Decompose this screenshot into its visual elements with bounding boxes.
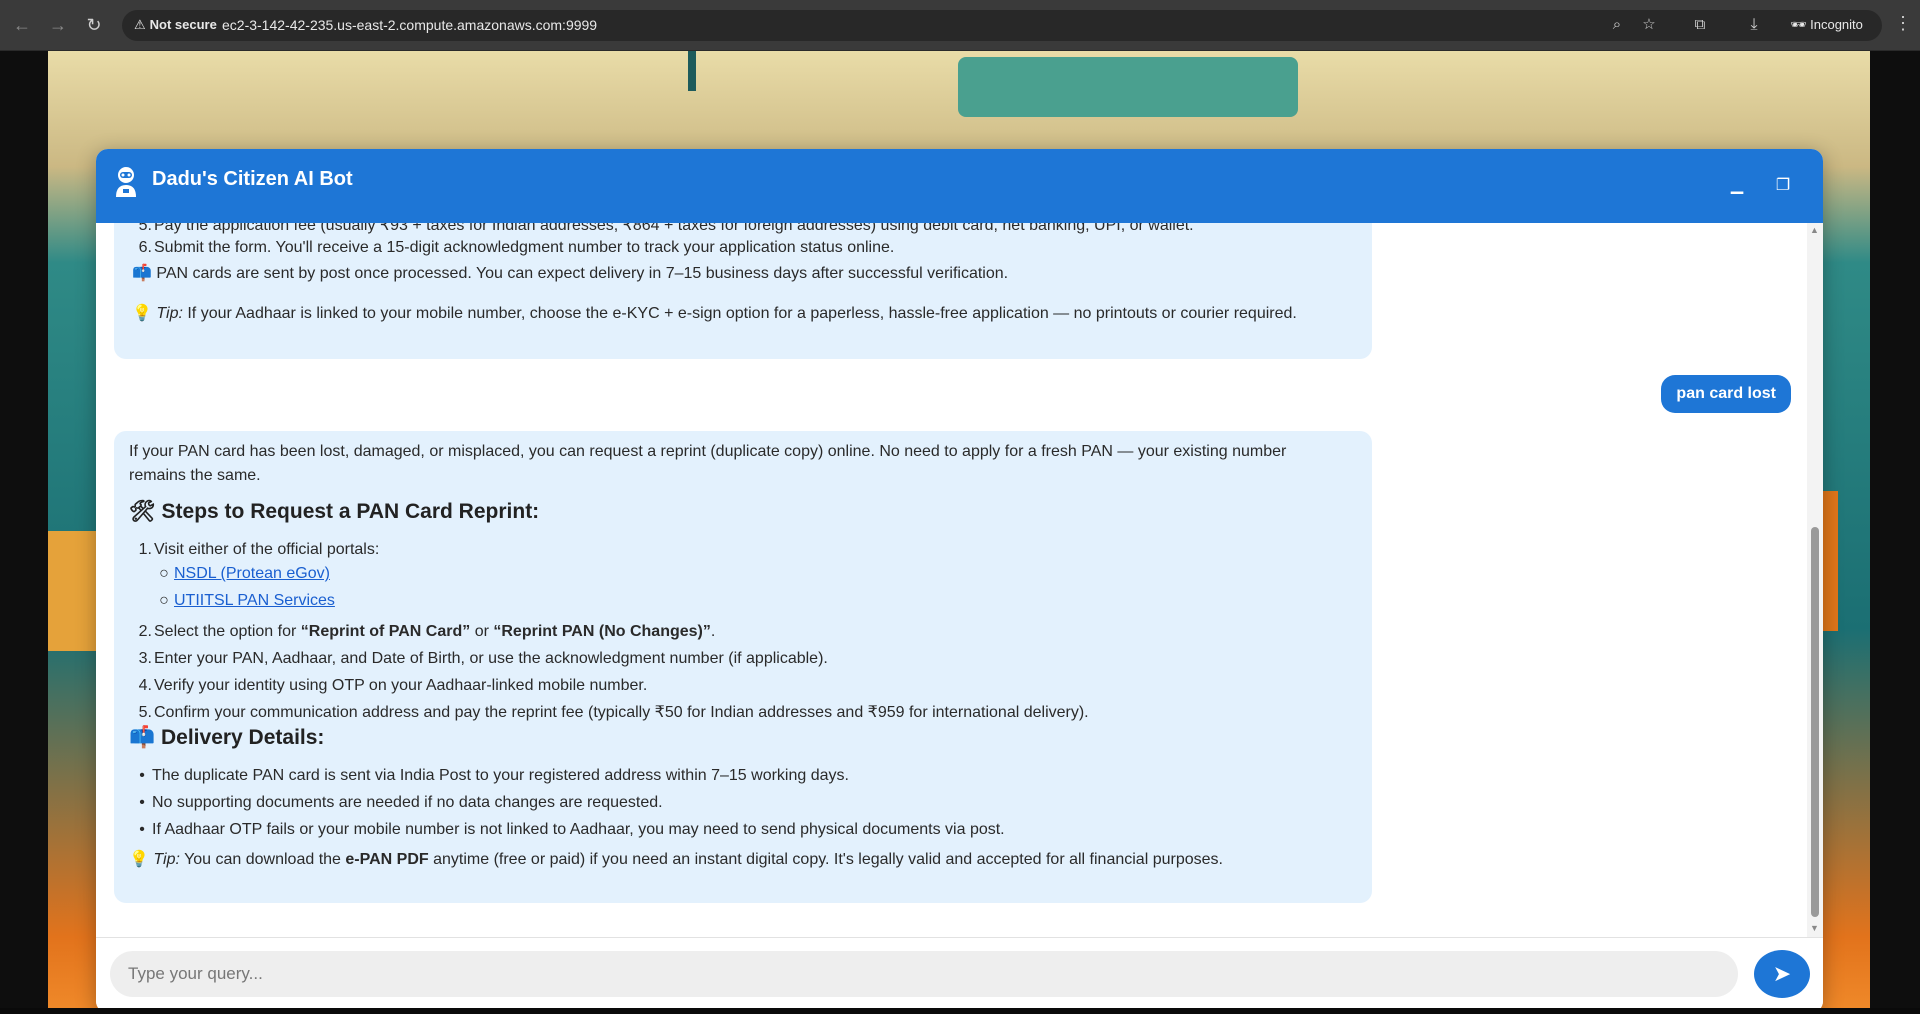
not-secure-indicator[interactable]: ⚠ Not secure	[134, 17, 217, 33]
portal-link-nsdl[interactable]: NSDL (Protean eGov)	[174, 565, 330, 582]
bot-message: 5. Pay the application fee (usually ₹93 +…	[114, 223, 1372, 359]
download-icon[interactable]: ⤓	[1742, 13, 1766, 37]
mailbox-icon: 📫	[129, 726, 156, 749]
chat-header: Dadu's Citizen AI Bot ▁ ❐	[96, 149, 1823, 223]
os-taskbar	[0, 1008, 1920, 1014]
url-text[interactable]: ec2-3-142-42-235.us-east-2.compute.amazo…	[222, 17, 597, 33]
lightbulb-icon: 💡	[129, 851, 149, 868]
restore-window-icon[interactable]: ❐	[1772, 175, 1794, 197]
delivery-item: • If Aadhaar OTP fails or your mobile num…	[139, 821, 1005, 838]
address-bar[interactable]: ⚠ Not secure ec2-3-142-42-235.us-east-2.c…	[122, 10, 1882, 41]
query-input[interactable]	[110, 951, 1738, 997]
scroll-down-icon[interactable]: ▼	[1810, 923, 1819, 933]
delivery-item: • No supporting documents are needed if n…	[139, 794, 663, 811]
tip-line: 💡 Tip: If your Aadhaar is linked to your…	[132, 305, 1297, 322]
chat-scrollbar[interactable]: ▲ ▼	[1807, 223, 1823, 937]
delivery-note: 📫 PAN cards are sent by post once proces…	[132, 265, 1009, 282]
scrollbar-thumb[interactable]	[1811, 527, 1819, 917]
reply-intro: remains the same.	[129, 467, 261, 484]
paper-plane-icon: ➤	[1772, 961, 1792, 986]
zoom-icon[interactable]: ⌕	[1606, 14, 1628, 36]
tip-line: 💡 Tip: You can download the e-PAN PDF an…	[129, 851, 1223, 868]
user-message: pan card lost	[1661, 375, 1791, 413]
warning-icon: ⚠	[134, 17, 146, 32]
step-item: 5. Confirm your communication address and…	[138, 704, 1089, 721]
step-item: 4. Verify your identity using OTP on your…	[138, 677, 648, 694]
delivery-item: • The duplicate PAN card is sent via Indi…	[139, 767, 849, 784]
incognito-badge[interactable]: 🕶 Incognito	[1780, 11, 1873, 39]
step-item: 3. Enter your PAN, Aadhaar, and Date of B…	[138, 650, 828, 667]
page-viewport: Dadu's Citizen AI Bot ▁ ❐ 5. Pay the appl…	[0, 51, 1920, 1014]
scroll-up-icon[interactable]: ▲	[1810, 225, 1819, 235]
forward-arrow-icon[interactable]: →	[46, 13, 70, 37]
chat-input-bar: ➤	[96, 937, 1823, 1013]
extensions-icon[interactable]: ⧉	[1688, 13, 1712, 37]
step-item: 2. Select the option for “Reprint of PAN …	[138, 623, 716, 640]
bookmark-star-icon[interactable]: ☆	[1638, 14, 1660, 36]
chat-window: Dadu's Citizen AI Bot ▁ ❐ 5. Pay the appl…	[96, 149, 1823, 1013]
mailbox-icon: 📫	[132, 265, 152, 282]
reply-intro: If your PAN card has been lost, damaged,…	[129, 443, 1287, 460]
steps-heading: 🛠 Steps to Request a PAN Card Reprint:	[129, 500, 540, 523]
message-list: 5. Pay the application fee (usually ₹93 +…	[96, 223, 1823, 937]
browser-menu-icon[interactable]: ⋮	[1894, 13, 1912, 34]
minimize-icon[interactable]: ▁	[1726, 175, 1748, 197]
list-item: 5. Pay the application fee (usually ₹93 +…	[138, 223, 1194, 234]
lightbulb-icon: 💡	[132, 305, 152, 322]
robot-icon	[116, 167, 136, 197]
reload-icon[interactable]: ↻	[82, 13, 106, 37]
portal-item: ○ UTIITSL PAN Services	[159, 592, 335, 609]
list-item: 6. Submit the form. You'll receive a 15-d…	[138, 239, 895, 256]
chat-title: Dadu's Citizen AI Bot	[152, 168, 353, 190]
step-item: 1. Visit either of the official portals:	[138, 541, 380, 558]
back-arrow-icon[interactable]: ←	[10, 13, 34, 37]
portal-link-utiitsl[interactable]: UTIITSL PAN Services	[174, 592, 335, 609]
send-button[interactable]: ➤	[1754, 950, 1810, 998]
browser-toolbar: ← → ↻ ⚠ Not secure ec2-3-142-42-235.us-ea…	[0, 0, 1920, 51]
portal-item: ○ NSDL (Protean eGov)	[159, 565, 330, 582]
tools-icon: 🛠	[129, 500, 156, 523]
incognito-icon: 🕶	[1790, 17, 1811, 32]
delivery-heading: 📫 Delivery Details:	[129, 726, 325, 749]
bot-message: If your PAN card has been lost, damaged,…	[114, 431, 1372, 903]
